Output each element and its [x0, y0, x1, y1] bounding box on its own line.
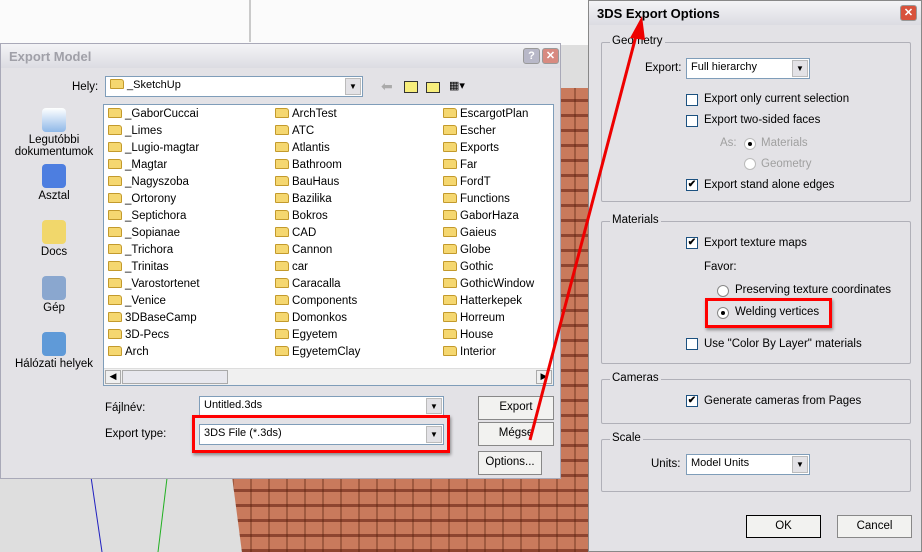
annotation-arrow	[528, 16, 645, 441]
arrow-head	[630, 16, 645, 40]
arrow-line	[528, 31, 639, 441]
